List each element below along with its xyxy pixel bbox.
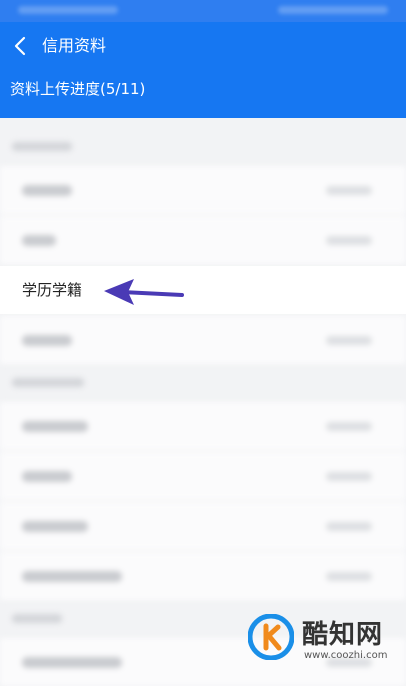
list-item-value-placeholder (326, 422, 372, 431)
list-item[interactable] (0, 316, 406, 364)
list-item[interactable] (0, 216, 406, 264)
list-item-label-placeholder (22, 657, 122, 668)
status-bar-left-blurred (18, 6, 118, 14)
chevron-left-icon[interactable] (10, 34, 32, 58)
section-label-placeholder (12, 378, 84, 387)
watermark-name: 酷知网 (302, 620, 384, 650)
list-item-label-placeholder (22, 335, 72, 346)
list-item[interactable] (0, 502, 406, 550)
list-item[interactable] (0, 452, 406, 500)
arrow-left-icon (104, 279, 184, 305)
list-item[interactable] (0, 402, 406, 450)
list-item-value-placeholder (326, 186, 372, 195)
list-item[interactable] (0, 552, 406, 600)
watermark-logo: 酷知网 www.coozhi.com (248, 610, 398, 670)
list-item-label: 学历学籍 (22, 281, 83, 299)
page-title: 信用资料 (42, 36, 107, 55)
content-area: 学历学籍 (0, 118, 406, 686)
list-item-label-placeholder (22, 421, 88, 432)
blurred-list (0, 118, 406, 686)
list-item-value-placeholder (326, 572, 372, 581)
list-item-label-placeholder (22, 235, 56, 246)
coozhi-logo-icon (248, 614, 294, 660)
section-label-placeholder (12, 142, 72, 151)
list-item-education[interactable]: 学历学籍 (0, 266, 406, 314)
list-item[interactable] (0, 166, 406, 214)
list-item-label-placeholder (22, 571, 122, 582)
list-item-label-placeholder (22, 521, 88, 532)
upload-progress-text: 资料上传进度(5/11) (10, 80, 146, 98)
list-item-value-placeholder (326, 236, 372, 245)
list-item-label-placeholder (22, 185, 72, 196)
list-item-value-placeholder (326, 336, 372, 345)
list-item-value-placeholder (326, 522, 372, 531)
status-bar-right-blurred (278, 6, 388, 14)
watermark-url: www.coozhi.com (304, 650, 388, 661)
list-item-label-placeholder (22, 471, 72, 482)
section-label-placeholder (12, 614, 62, 623)
status-bar (0, 0, 406, 22)
header-bar: 信用资料 资料上传进度(5/11) (0, 22, 406, 118)
list-item-value-placeholder (326, 472, 372, 481)
